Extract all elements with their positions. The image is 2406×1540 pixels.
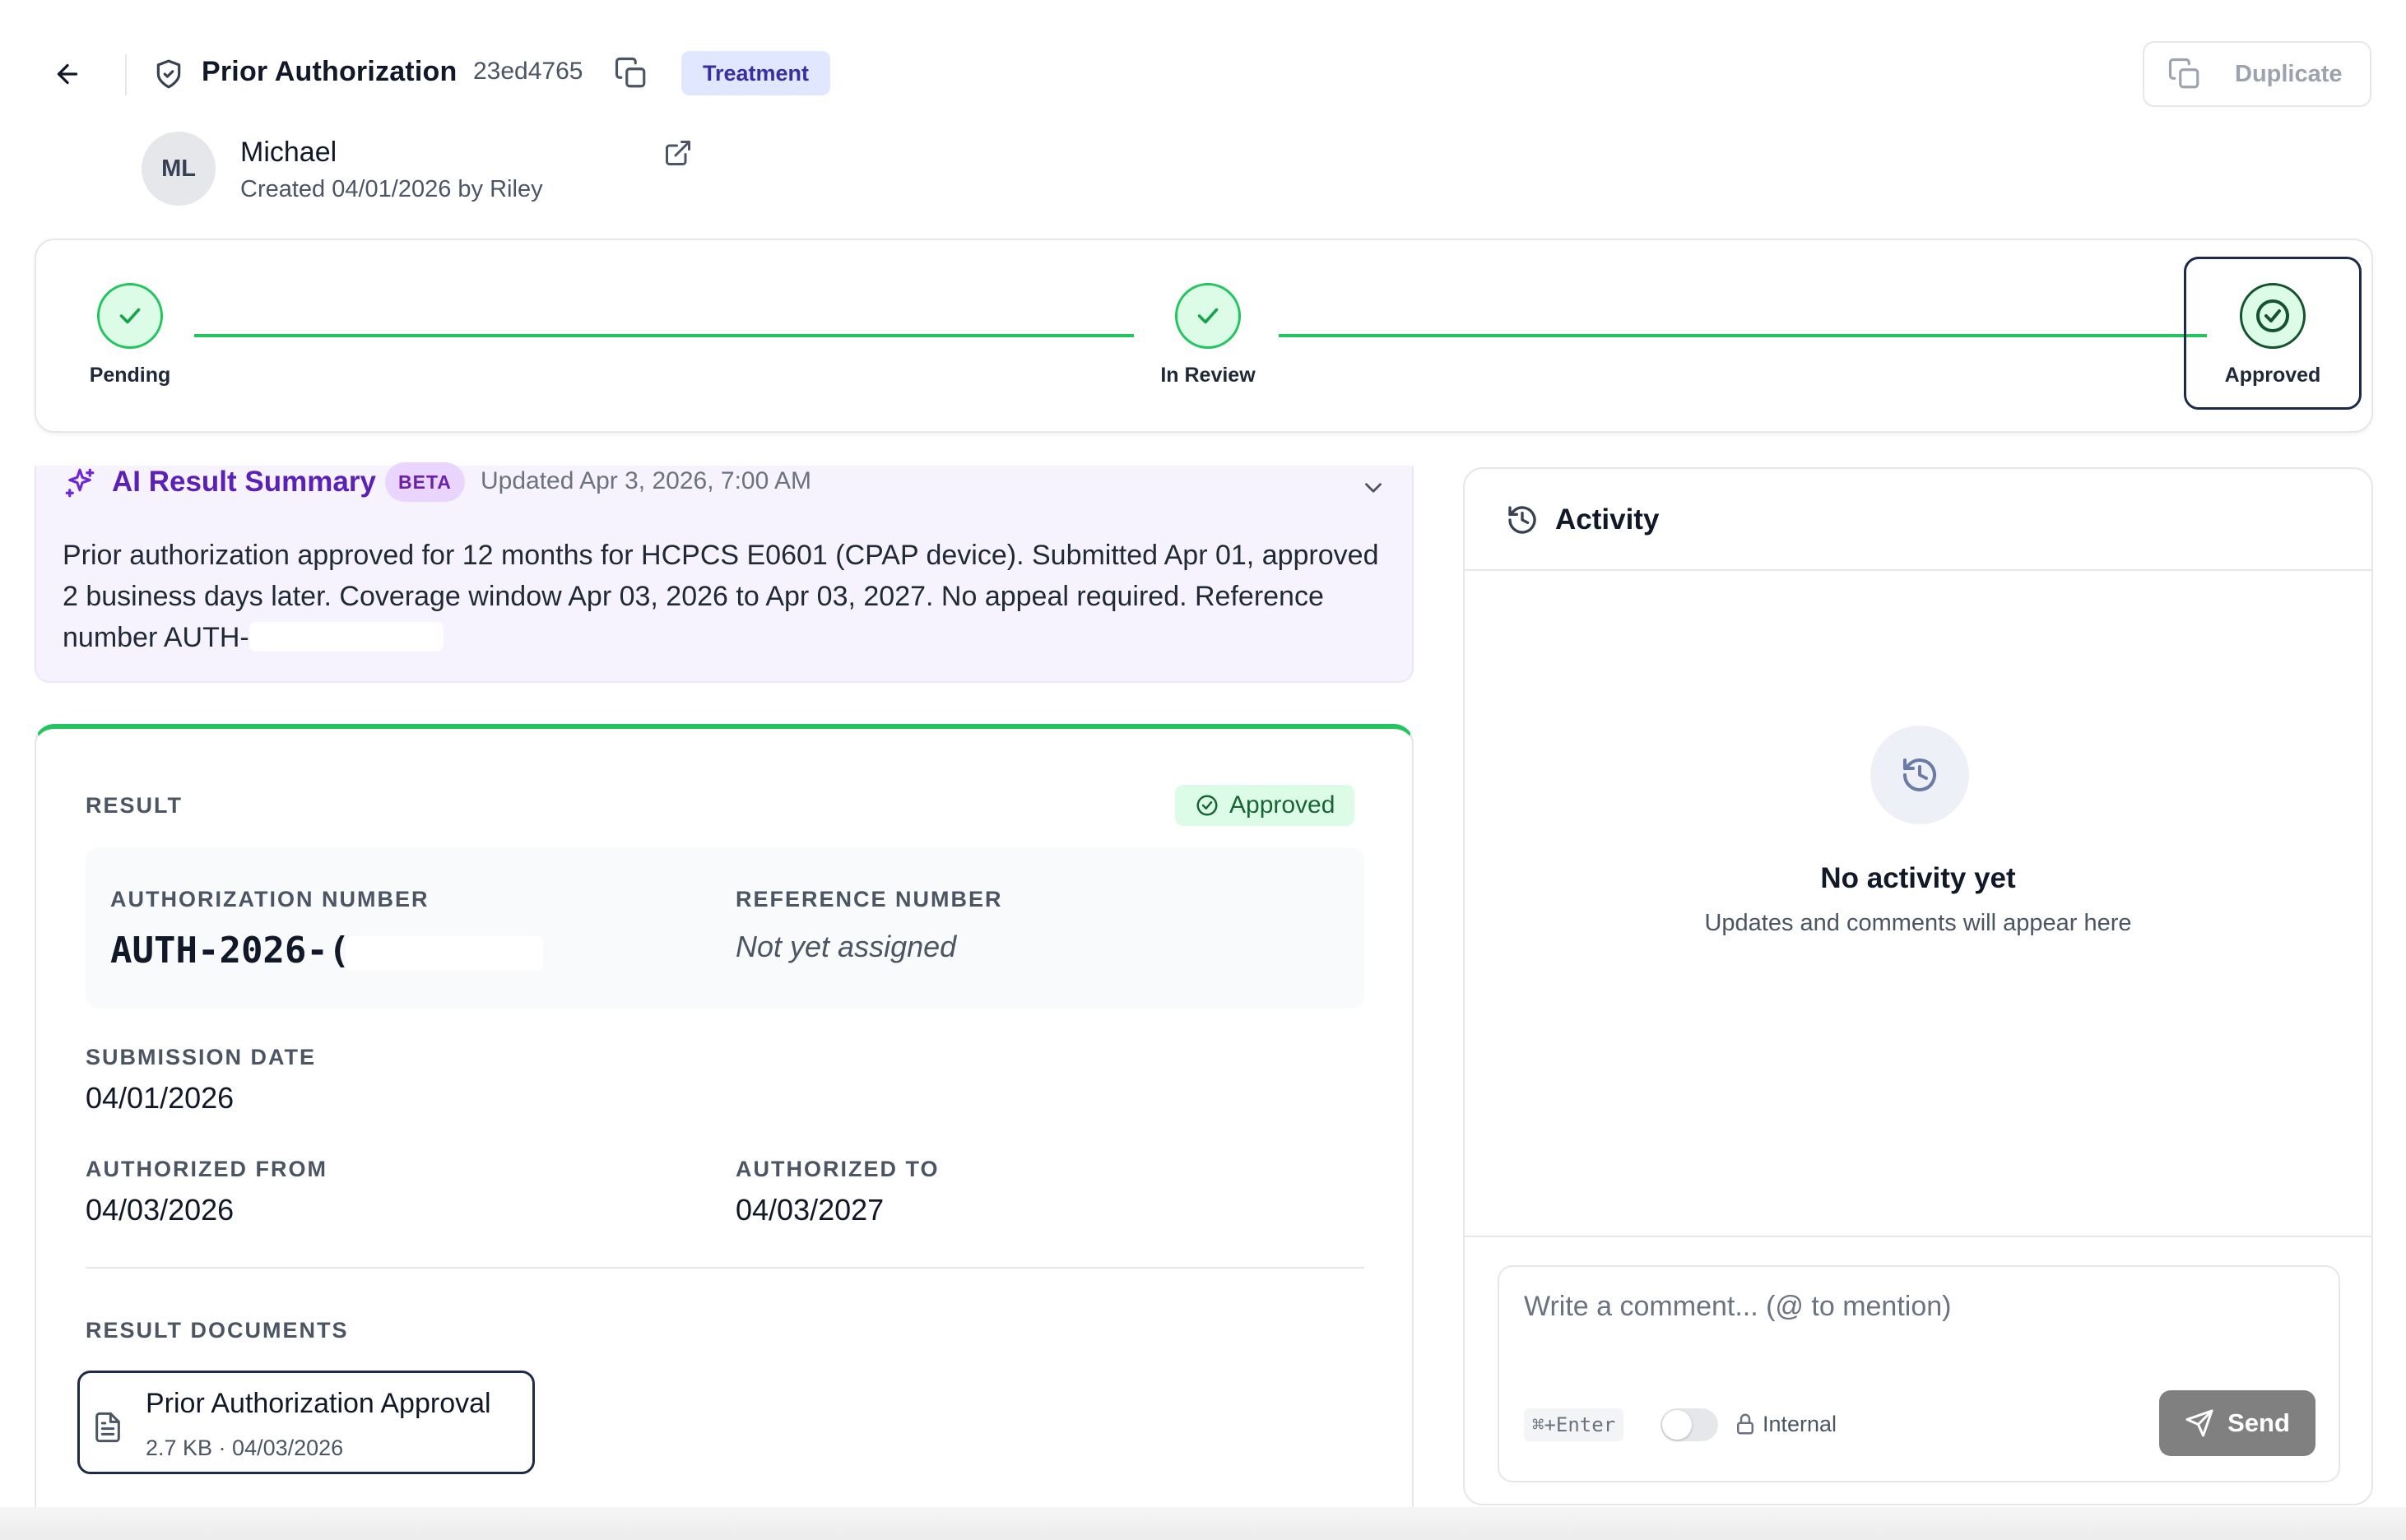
ai-summary-panel: AI Result Summary BETA Updated Apr 3, 20… [35,462,1414,683]
authorized-to: 04/03/2027 [736,1193,885,1227]
ai-summary-text: Prior authorization approved for 12 mont… [63,535,1396,658]
external-link-icon [666,141,690,165]
authorization-number-label: AUTHORIZATION NUMBER [110,887,430,911]
result-card: RESULT Approved AUTHORIZATION NUMBER AUT… [35,724,1414,1540]
shortcut-hint: ⌘+Enter [1524,1408,1624,1441]
document-meta: 2.7 KB · 04/03/2026 [146,1436,344,1460]
copy-icon [615,57,646,88]
copy-id-button[interactable] [614,56,648,90]
divider [86,1267,1364,1269]
redaction [346,936,543,971]
check-circle-icon [1196,795,1218,816]
document-card[interactable]: Prior Authorization Approval 2.7 KB · 04… [77,1371,535,1474]
page-header: Prior Authorization 23ed4765 Treatment D… [0,0,2406,132]
step-in-review[interactable]: In Review [1117,283,1298,387]
empty-state-title: No activity yet [1820,862,2016,894]
comment-composer: ⌘+Enter Internal Send [1498,1265,2340,1482]
sparkle-icon [63,466,97,500]
patient-name[interactable]: Michael [240,137,337,169]
shield-icon [153,58,184,90]
authorized-to-label: AUTHORIZED TO [736,1157,940,1181]
avatar: ML [142,132,216,206]
lock-icon [1733,1412,1758,1436]
status-badge: Approved [1175,785,1355,826]
authorization-box: AUTHORIZATION NUMBER AUTH-2026-( REFEREN… [86,847,1364,1009]
beta-badge: BETA [385,462,465,502]
send-icon [2185,1409,2213,1437]
step-label: Approved [2224,364,2321,387]
activity-title: Activity [1555,503,1660,536]
header-divider [125,54,127,95]
collapse-toggle[interactable] [1359,474,1387,502]
step-connector [1279,334,2207,337]
duplicate-icon [2168,58,2199,89]
document-name: Prior Authorization Approval [146,1388,491,1419]
activity-panel: Activity No activity yet Updates and com… [1463,467,2373,1505]
internal-label: Internal [1763,1412,1837,1436]
duplicate-label: Duplicate [2235,60,2343,87]
back-button[interactable] [48,54,87,94]
result-documents-label: RESULT DOCUMENTS [86,1318,349,1343]
step-approved[interactable]: Approved [2182,283,2363,387]
check-icon [97,283,163,349]
send-label: Send [2227,1408,2290,1437]
open-patient-link[interactable] [663,138,693,168]
redaction [576,176,642,201]
duplicate-button[interactable]: Duplicate [2143,41,2371,107]
submission-date-label: SUBMISSION DATE [86,1045,317,1069]
activity-header: Activity [1465,469,2371,571]
arrow-left-icon [57,63,78,85]
file-text-icon [91,1411,124,1444]
authorization-number: AUTH-2026-( [110,930,351,972]
comment-input[interactable] [1524,1282,2314,1331]
bottom-edge [0,1507,2406,1540]
step-connector [194,334,1134,337]
chevron-down-icon [1365,483,1382,493]
status-badge-label: Approved [1229,791,1335,819]
divider [1465,1236,2371,1237]
case-id: 23ed4765 [473,58,583,85]
step-pending[interactable]: Pending [39,283,221,387]
history-icon [1903,758,1936,792]
result-section-label: RESULT [86,793,183,818]
reference-number: Not yet assigned [736,930,957,963]
authorized-from: 04/03/2026 [86,1193,235,1227]
step-label: In Review [1160,364,1256,387]
step-label: Pending [89,364,171,387]
history-icon [1506,503,1539,536]
empty-state-subtitle: Updates and comments will appear here [1704,910,2132,936]
created-meta: Created 04/01/2026 by Riley [240,176,543,202]
status-stepper: Pending In Review Approved [35,239,2373,433]
authorized-from-label: AUTHORIZED FROM [86,1157,327,1181]
internal-toggle[interactable] [1661,1408,1718,1441]
page-title: Prior Authorization [202,56,458,87]
redaction [248,622,444,652]
check-icon [1175,283,1241,349]
toggle-knob [1662,1410,1692,1440]
empty-state-icon [1870,726,1969,824]
category-tag: Treatment [681,51,831,95]
ai-updated-time: Updated Apr 3, 2026, 7:00 AM [481,467,811,494]
ai-summary-title: AI Result Summary [112,466,376,498]
submission-date: 04/01/2026 [86,1081,235,1115]
check-circle-icon [2240,283,2306,349]
send-button[interactable]: Send [2159,1390,2315,1456]
reference-number-label: REFERENCE NUMBER [736,887,1003,911]
